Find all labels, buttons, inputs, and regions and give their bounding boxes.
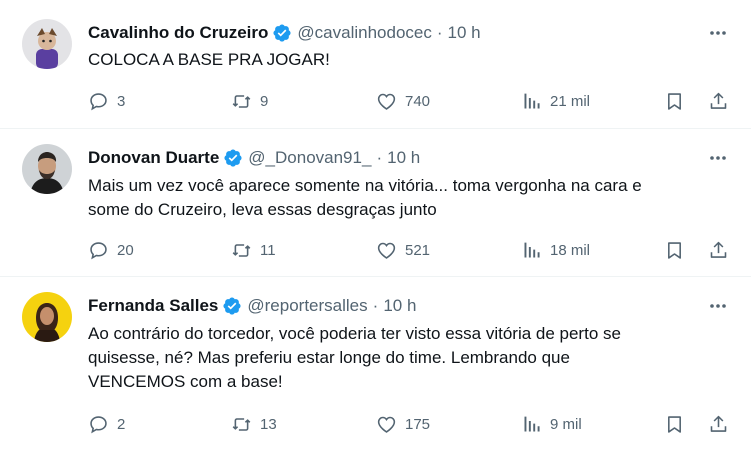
bookmark-button[interactable] (664, 89, 685, 113)
verified-badge-icon (223, 297, 241, 315)
author-handle[interactable]: @cavalinhodocec (297, 23, 431, 43)
retweet-button[interactable]: 11 (231, 238, 276, 262)
tweet-header: Donovan Duarte @_Donovan91_ · 10 h (88, 146, 420, 170)
separator-dot: · (436, 23, 443, 42)
more-options-icon[interactable] (707, 147, 729, 169)
heart-icon (377, 416, 396, 433)
tweet-text-line: Ao contrário do torcedor, você poderia t… (88, 324, 621, 343)
author-name[interactable]: Donovan Duarte (88, 148, 219, 168)
retweet-count: 13 (260, 415, 277, 433)
share-icon (710, 415, 727, 432)
tweet-timestamp[interactable]: 10 h (448, 23, 481, 43)
bookmark-icon (668, 92, 681, 110)
retweet-button[interactable]: 9 (231, 89, 268, 113)
avatar[interactable] (22, 292, 72, 342)
tweet-text-line: Mais um vez você aparece somente na vitó… (88, 176, 642, 195)
views-button[interactable]: 18 mil (521, 238, 590, 262)
views-button[interactable]: 21 mil (521, 89, 590, 113)
views-count: 9 mil (550, 415, 582, 433)
views-chart-icon (524, 242, 540, 257)
separator-dot: · (372, 296, 379, 315)
bookmark-button[interactable] (664, 238, 685, 262)
reply-icon (90, 241, 107, 259)
tweet-1[interactable]: Cavalinho do Cruzeiro @cavalinhodocec · … (0, 0, 751, 129)
tweet-actions: 20 11 521 18 mil (88, 238, 732, 262)
reply-count: 20 (117, 241, 134, 259)
verified-badge-icon (224, 149, 242, 167)
tweet-feed: Cavalinho do Cruzeiro @cavalinhodocec · … (0, 0, 751, 451)
bookmark-icon (668, 415, 681, 433)
reply-icon (90, 92, 107, 110)
views-chart-icon (524, 93, 540, 108)
reply-button[interactable]: 20 (88, 238, 134, 262)
tweet-text-line: COLOCA A BASE PRA JOGAR! (88, 50, 330, 69)
author-handle[interactable]: @reportersalles (247, 296, 367, 316)
author-handle[interactable]: @_Donovan91_ (248, 148, 371, 168)
bookmark-icon (668, 241, 681, 259)
like-button[interactable]: 521 (376, 238, 430, 262)
avatar[interactable] (22, 144, 72, 194)
retweet-icon (232, 243, 251, 257)
views-count: 18 mil (550, 241, 591, 259)
share-button[interactable] (708, 412, 729, 436)
separator-dot: · (376, 148, 383, 167)
retweet-icon (232, 94, 251, 108)
tweet-text: COLOCA A BASE PRA JOGAR! (88, 48, 728, 72)
share-icon (710, 241, 727, 258)
share-button[interactable] (708, 89, 729, 113)
author-name[interactable]: Cavalinho do Cruzeiro (88, 23, 268, 43)
retweet-count: 9 (260, 92, 269, 110)
share-icon (710, 92, 727, 109)
tweet-header: Cavalinho do Cruzeiro @cavalinhodocec · … (88, 21, 481, 45)
retweet-count: 11 (260, 241, 276, 259)
views-button[interactable]: 9 mil (521, 412, 582, 436)
reply-button[interactable]: 3 (88, 89, 125, 113)
tweet-text-line: quisesse, né? Mas preferiu estar longe d… (88, 348, 570, 367)
like-button[interactable]: 175 (376, 412, 430, 436)
views-chart-icon (524, 416, 540, 431)
share-button[interactable] (708, 238, 729, 262)
reply-button[interactable]: 2 (88, 412, 125, 436)
more-options-icon[interactable] (707, 295, 729, 317)
tweet-header: Fernanda Salles @reportersalles · 10 h (88, 294, 416, 318)
like-button[interactable]: 740 (376, 89, 430, 113)
tweet-text-line: some do Cruzeiro, leva essas desgraças j… (88, 200, 437, 219)
tweet-timestamp[interactable]: 10 h (383, 296, 416, 316)
reply-count: 3 (117, 92, 126, 110)
avatar[interactable] (22, 19, 72, 69)
like-count: 740 (405, 92, 431, 110)
tweet-actions: 3 9 740 21 mil (88, 89, 732, 113)
retweet-icon (232, 417, 251, 431)
tweet-text: Ao contrário do torcedor, você poderia t… (88, 322, 728, 394)
heart-icon (377, 93, 396, 110)
bookmark-button[interactable] (664, 412, 685, 436)
like-count: 521 (405, 241, 431, 259)
tweet-timestamp[interactable]: 10 h (387, 148, 420, 168)
tweet-3[interactable]: Fernanda Salles @reportersalles · 10 h A… (0, 277, 751, 451)
tweet-actions: 2 13 175 9 mil (88, 412, 732, 436)
heart-icon (377, 242, 396, 259)
like-count: 175 (405, 415, 431, 433)
retweet-button[interactable]: 13 (231, 412, 277, 436)
reply-count: 2 (117, 415, 126, 433)
tweet-text: Mais um vez você aparece somente na vitó… (88, 174, 728, 222)
views-count: 21 mil (550, 92, 591, 110)
tweet-text-line: VENCEMOS com a base! (88, 372, 283, 391)
more-options-icon[interactable] (707, 22, 729, 44)
tweet-2[interactable]: Donovan Duarte @_Donovan91_ · 10 h Mais … (0, 129, 751, 277)
verified-badge-icon (273, 24, 291, 42)
author-name[interactable]: Fernanda Salles (88, 296, 218, 316)
reply-icon (90, 415, 107, 433)
